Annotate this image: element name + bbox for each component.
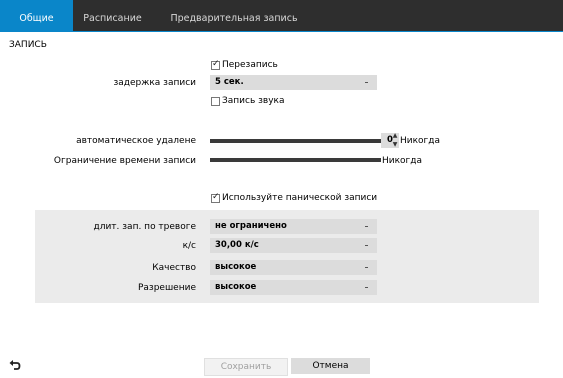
quality-select[interactable]: высокое — [210, 260, 377, 275]
alarm-duration-select[interactable]: не ограничено — [210, 219, 377, 234]
overwrite-checkbox[interactable]: Перезапись — [211, 59, 278, 70]
chevron-down-icon — [365, 78, 370, 83]
checkbox-box[interactable] — [211, 59, 220, 70]
alarm-duration-value: не ограничено — [215, 221, 287, 231]
tab-bar: Общие Расписание Предварительная запись — [0, 0, 563, 31]
cancel-button[interactable]: Отмена — [291, 358, 370, 374]
audio-record-label: Запись звука — [222, 96, 285, 106]
panic-record-label: Используйте панической записи — [222, 193, 378, 203]
fps-select[interactable]: 30,00 к/с — [210, 238, 377, 253]
overwrite-label: Перезапись — [222, 60, 278, 70]
stepper-down-icon[interactable]: ▼ — [392, 141, 398, 148]
record-time-limit-slider[interactable] — [210, 158, 381, 162]
chevron-down-icon — [365, 241, 370, 246]
chevron-down-icon — [365, 263, 370, 268]
auto-delete-label: автоматическое удалене — [76, 136, 196, 146]
checkbox-box[interactable] — [211, 192, 220, 203]
quality-label: Качество — [152, 263, 196, 273]
checkbox-box[interactable] — [211, 96, 220, 106]
section-title: ЗАПИСЬ — [9, 40, 47, 50]
audio-record-checkbox[interactable]: Запись звука — [211, 96, 285, 106]
chevron-down-icon — [365, 283, 370, 288]
record-delay-label: задержка записи — [113, 78, 196, 88]
alarm-duration-label: длит. зап. по тревоге — [93, 222, 196, 232]
tab-underline — [0, 31, 563, 32]
stepper-up-icon[interactable]: ▲ — [392, 132, 398, 139]
auto-delete-text: Никогда — [400, 136, 441, 146]
auto-delete-slider[interactable] — [210, 139, 381, 143]
tab-prerecord[interactable]: Предварительная запись — [159, 0, 309, 31]
back-arrow-icon[interactable] — [9, 359, 21, 371]
fps-value: 30,00 к/с — [215, 240, 259, 250]
record-time-limit-text: Никогда — [382, 156, 423, 166]
panic-record-checkbox[interactable]: Используйте панической записи — [211, 192, 378, 203]
save-button[interactable]: Сохранить — [204, 358, 288, 376]
fps-label: к/с — [182, 241, 196, 251]
tab-general[interactable]: Общие — [0, 0, 73, 31]
quality-value: высокое — [215, 262, 257, 272]
record-delay-value: 5 сек. — [215, 77, 244, 87]
tab-schedule[interactable]: Расписание — [73, 0, 152, 31]
chevron-down-icon — [365, 222, 370, 227]
resolution-label: Разрешение — [137, 283, 196, 293]
record-time-limit-label: Ограничение времени записи — [53, 156, 196, 166]
resolution-value: высокое — [215, 282, 257, 292]
resolution-select[interactable]: высокое — [210, 280, 377, 295]
record-delay-select[interactable]: 5 сек. — [210, 75, 377, 90]
